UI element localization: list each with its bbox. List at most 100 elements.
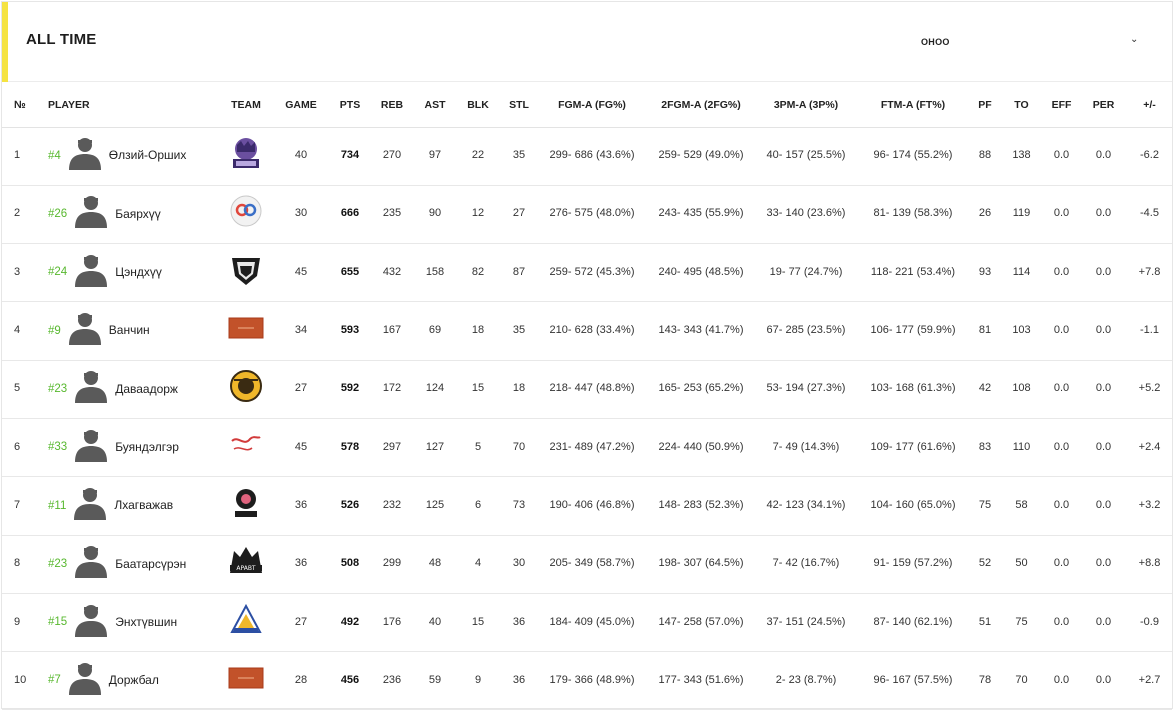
steals-cell: 35	[500, 127, 538, 186]
steals-cell: 70	[500, 418, 538, 478]
fouls-cell: 42	[970, 360, 1000, 419]
player-name-link[interactable]: Даваадорж	[115, 381, 178, 398]
fg-cell: 218- 447 (48.8%)	[538, 360, 646, 419]
player-name-link[interactable]: Баатарсүрэн	[115, 556, 186, 573]
column-header-rank: №	[2, 83, 40, 128]
column-header-pf[interactable]: PF	[970, 83, 1000, 128]
jersey-number: #4	[48, 149, 61, 162]
stats-table: № PLAYER TEAM GAME PTS REB AST BLK STL FGM-A (FG%…	[2, 83, 1172, 710]
player-avatar-icon	[68, 311, 101, 351]
banner-logo[interactable]	[228, 310, 264, 352]
column-header-fg2[interactable]: 2FGM-A (2FG%)	[646, 83, 756, 128]
games-cell: 36	[272, 476, 330, 536]
player-name-link[interactable]: Лхагважав	[114, 497, 173, 514]
rebounds-cell: 176	[370, 593, 414, 653]
fg2-cell: 243- 435 (55.9%)	[646, 185, 756, 245]
rank-cell: 1	[2, 127, 40, 186]
player-name-link[interactable]: Баярхүү	[115, 206, 161, 223]
rank-cell: 7	[2, 476, 40, 536]
column-header-to[interactable]: TO	[1000, 83, 1043, 128]
column-header-pts[interactable]: PTS	[330, 83, 370, 128]
turnovers-cell: 75	[1000, 593, 1043, 653]
ninety-logo[interactable]	[228, 193, 264, 235]
eff-cell: 0.0	[1043, 651, 1080, 710]
turnovers-cell: 103	[1000, 301, 1043, 361]
script-logo[interactable]	[228, 427, 264, 469]
shield-logo[interactable]	[228, 252, 264, 294]
fouls-cell: 51	[970, 593, 1000, 653]
games-cell: 45	[272, 243, 330, 303]
column-header-per[interactable]: PER	[1080, 83, 1127, 128]
turnovers-cell: 119	[1000, 185, 1043, 245]
per-cell: 0.0	[1080, 476, 1127, 536]
fouls-cell: 83	[970, 418, 1000, 478]
fg2-cell: 198- 307 (64.5%)	[646, 535, 756, 594]
plus-minus-cell: -1.1	[1127, 301, 1172, 361]
column-header-fg3[interactable]: 3PM-A (3P%)	[756, 83, 856, 128]
fg2-cell: 224- 440 (50.9%)	[646, 418, 756, 478]
tigers-logo[interactable]	[228, 135, 264, 177]
fg-cell: 231- 489 (47.2%)	[538, 418, 646, 478]
player-name-link[interactable]: Өлзий-Орших	[109, 147, 187, 164]
assists-cell: 40	[414, 593, 456, 653]
blocks-cell: 4	[456, 535, 500, 594]
player-name-link[interactable]: Цэндхүү	[115, 264, 162, 281]
column-header-reb[interactable]: REB	[370, 83, 414, 128]
team-cell	[220, 418, 272, 478]
player-avatar-icon	[75, 369, 108, 409]
stat-sort-dropdown[interactable]: ОНОО ⌄	[917, 32, 1147, 54]
player-name-link[interactable]: Ванчин	[109, 322, 150, 339]
column-header-ast[interactable]: AST	[414, 83, 456, 128]
jersey-number: #9	[48, 324, 61, 337]
column-header-game[interactable]: GAME	[272, 83, 330, 128]
banner-logo[interactable]	[228, 660, 264, 702]
player-name-link[interactable]: Буяндэлгэр	[115, 439, 179, 456]
jersey-number: #15	[48, 616, 68, 629]
games-cell: 36	[272, 535, 330, 594]
jersey-number: #26	[48, 208, 68, 221]
player-avatar-icon	[75, 603, 108, 643]
triangle-logo[interactable]	[228, 602, 264, 644]
rank-cell: 10	[2, 651, 40, 710]
player-name-link[interactable]: Энхтүвшин	[115, 614, 177, 631]
turnovers-cell: 58	[1000, 476, 1043, 536]
column-header-stl[interactable]: STL	[500, 83, 538, 128]
team-cell: APABT	[220, 535, 272, 594]
player-cell: #23 Даваадорж	[40, 360, 220, 419]
fg-cell: 205- 349 (58.7%)	[538, 535, 646, 594]
eff-cell: 0.0	[1043, 127, 1080, 186]
table-row: 1 #4 Өлзий-Орших 40 734 270 97 22 35 299- 686 …	[2, 127, 1172, 186]
points-cell: 508	[330, 535, 370, 594]
table-row: 2 #26 Баярхүү 30 666 235 90 12 27 276- 575 (48…	[2, 185, 1172, 245]
fg3-cell: 53- 194 (27.3%)	[756, 360, 856, 419]
column-header-fg[interactable]: FGM-A (FG%)	[538, 83, 646, 128]
assists-cell: 59	[414, 651, 456, 710]
player-name-link[interactable]: Доржбал	[109, 672, 159, 689]
column-header-ft[interactable]: FTM-A (FT%)	[856, 83, 970, 128]
player-avatar-icon	[68, 661, 101, 701]
turnovers-cell: 110	[1000, 418, 1043, 478]
turnovers-cell: 50	[1000, 535, 1043, 594]
aravt-logo[interactable]: APABT	[228, 543, 264, 585]
fg2-cell: 177- 343 (51.6%)	[646, 651, 756, 710]
table-header-row: № PLAYER TEAM GAME PTS REB AST BLK STL FGM-A (FG%…	[2, 83, 1172, 128]
dark-crest-logo[interactable]	[228, 485, 264, 527]
jersey-number: #23	[48, 557, 68, 570]
badge-logo[interactable]	[228, 368, 264, 410]
blocks-cell: 22	[456, 127, 500, 186]
column-header-eff[interactable]: EFF	[1043, 83, 1080, 128]
points-cell: 526	[330, 476, 370, 536]
player-avatar-icon	[75, 253, 108, 293]
points-cell: 666	[330, 185, 370, 245]
ft-cell: 91- 159 (57.2%)	[856, 535, 970, 594]
player-cell: #26 Баярхүү	[40, 185, 220, 245]
player-avatar-icon	[68, 136, 101, 176]
blocks-cell: 9	[456, 651, 500, 710]
points-cell: 593	[330, 301, 370, 361]
fg3-cell: 7- 42 (16.7%)	[756, 535, 856, 594]
plus-minus-cell: +2.7	[1127, 651, 1172, 710]
team-cell	[220, 593, 272, 653]
column-header-blk[interactable]: BLK	[456, 83, 500, 128]
column-header-plus-minus[interactable]: +/-	[1127, 83, 1172, 128]
fouls-cell: 93	[970, 243, 1000, 303]
